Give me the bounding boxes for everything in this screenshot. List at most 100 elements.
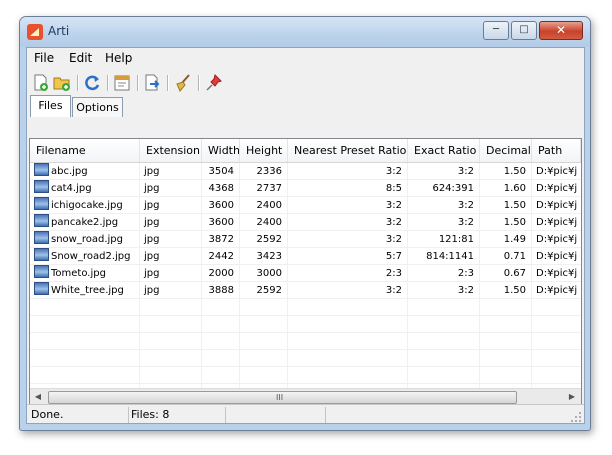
cell-exact-ratio: 2:3	[408, 265, 480, 282]
cell-extension: jpg	[140, 214, 202, 231]
cell-extension: jpg	[140, 248, 202, 265]
status-text: Done.	[29, 407, 129, 423]
table-row[interactable]: Tometo.jpg jpg 2000 3000 2:3 2:3 0.67 D:¥pic¥j	[30, 265, 581, 282]
client-area: File Edit Help Files Options Filename Ex…	[26, 47, 585, 424]
cell-decimal: 0.71	[480, 248, 532, 265]
table-row	[30, 333, 581, 350]
maximize-button[interactable]: □	[511, 21, 537, 40]
cell-extension-text: jpg	[144, 166, 160, 177]
table-row	[30, 316, 581, 333]
cell-height: 2400	[240, 214, 288, 231]
cell-extension-text: jpg	[144, 217, 160, 228]
grid-line	[479, 163, 480, 388]
clear-broom-icon[interactable]	[173, 73, 193, 93]
image-file-icon	[34, 282, 49, 295]
column-extension[interactable]: Extension	[140, 139, 202, 162]
table-row[interactable]: Snow_road2.jpg jpg 2442 3423 5:7 814:1141 0.71…	[30, 248, 581, 265]
table-row[interactable]: abc.jpg jpg 3504 2336 3:2 3:2 1.50 D:¥pic¥j	[30, 163, 581, 180]
pin-icon[interactable]	[204, 73, 224, 93]
cell-width: 2000	[202, 265, 240, 282]
properties-icon[interactable]	[112, 73, 132, 93]
cell-filename: ichigocake.jpg	[30, 197, 140, 214]
table-row[interactable]: snow_road.jpg jpg 3872 2592 3:2 121:81 1.49 D:¥…	[30, 231, 581, 248]
cell-width-text: 2000	[208, 268, 234, 279]
cell-path: D:¥pic¥j	[532, 282, 581, 299]
status-bar: Done. Files: 8	[27, 404, 584, 424]
cell-decimal: 0.67	[480, 265, 532, 282]
cell-height-text: 2400	[256, 217, 282, 228]
table-row[interactable]: cat4.jpg jpg 4368 2737 8:5 624:391 1.60 D:¥pic¥…	[30, 180, 581, 197]
export-icon[interactable]	[142, 73, 162, 93]
cell-width-text: 3888	[208, 285, 234, 296]
minimize-button[interactable]: ─	[483, 21, 509, 40]
cell-width-text: 3600	[208, 200, 234, 211]
menu-help[interactable]: Help	[105, 51, 132, 65]
file-list[interactable]: Filename Extension Width Height Nearest …	[29, 138, 582, 405]
column-filename[interactable]: Filename	[30, 139, 140, 162]
menu-edit[interactable]: Edit	[69, 51, 92, 65]
cell-extension: jpg	[140, 231, 202, 248]
cell-decimal-text: 1.50	[503, 200, 526, 211]
horizontal-scrollbar[interactable]: ◀ III ▶	[30, 388, 581, 404]
column-exact-ratio[interactable]: Exact Ratio	[408, 139, 480, 162]
cell-filename: snow_road.jpg	[30, 231, 140, 248]
tab-options[interactable]: Options	[72, 97, 123, 117]
cell-exact-ratio-text: 3:2	[457, 285, 474, 296]
toolbar-separator	[137, 75, 139, 91]
cell-extension: jpg	[140, 197, 202, 214]
cell-filename-text: Snow_road2.jpg	[51, 251, 131, 262]
column-height[interactable]: Height	[240, 139, 288, 162]
column-nearest-preset-ratio[interactable]: Nearest Preset Ratio	[288, 139, 408, 162]
tab-files[interactable]: Files	[30, 95, 71, 117]
window-title: Arti	[48, 24, 70, 38]
table-row[interactable]: ichigocake.jpg jpg 3600 2400 3:2 3:2 1.50 D:¥pi…	[30, 197, 581, 214]
cell-height-text: 3000	[256, 268, 282, 279]
title-bar[interactable]: Arti ─ □ ✕	[20, 17, 590, 47]
table-row[interactable]: White_tree.jpg jpg 3888 2592 3:2 3:2 1.50 D:¥pi…	[30, 282, 581, 299]
cell-path-text: D:¥pic¥j	[536, 217, 578, 228]
cell-path-text: D:¥pic¥j	[536, 183, 578, 194]
app-logo-icon	[27, 24, 43, 40]
cell-decimal: 1.50	[480, 197, 532, 214]
scroll-left-arrow-icon[interactable]: ◀	[30, 389, 46, 404]
cell-nearest-ratio: 3:2	[288, 282, 408, 299]
cell-filename-text: snow_road.jpg	[51, 234, 123, 245]
refresh-icon[interactable]	[82, 73, 102, 93]
resize-grip-icon[interactable]	[570, 411, 582, 423]
cell-height-text: 2400	[256, 200, 282, 211]
cell-filename-text: ichigocake.jpg	[51, 200, 123, 211]
table-row[interactable]: pancake2.jpg jpg 3600 2400 3:2 3:2 1.50 D:¥pic¥…	[30, 214, 581, 231]
column-width[interactable]: Width	[202, 139, 240, 162]
cell-height: 2737	[240, 180, 288, 197]
cell-width: 3600	[202, 214, 240, 231]
image-file-icon	[34, 180, 49, 193]
cell-exact-ratio: 3:2	[408, 214, 480, 231]
menu-file[interactable]: File	[34, 51, 54, 65]
cell-width: 4368	[202, 180, 240, 197]
add-file-icon[interactable]	[31, 73, 51, 93]
cell-decimal-text: 0.71	[503, 251, 526, 262]
scrollbar-thumb[interactable]: III	[48, 391, 517, 404]
cell-path: D:¥pic¥j	[532, 231, 581, 248]
cell-nearest-ratio-text: 3:2	[385, 200, 402, 211]
cell-height: 2592	[240, 231, 288, 248]
cell-path-text: D:¥pic¥j	[536, 251, 578, 262]
column-path[interactable]: Path	[532, 139, 581, 162]
grid-line	[531, 163, 532, 388]
column-decimal[interactable]: Decimal	[480, 139, 532, 162]
close-button[interactable]: ✕	[539, 21, 583, 40]
cell-height: 3000	[240, 265, 288, 282]
cell-height: 2592	[240, 282, 288, 299]
scrollbar-grip: III	[276, 393, 284, 402]
toolbar-separator	[107, 75, 109, 91]
cell-filename-text: Tometo.jpg	[51, 268, 106, 279]
cell-width: 3888	[202, 282, 240, 299]
cell-nearest-ratio: 5:7	[288, 248, 408, 265]
cell-path-text: D:¥pic¥j	[536, 268, 578, 279]
cell-path: D:¥pic¥j	[532, 197, 581, 214]
list-header: Filename Extension Width Height Nearest …	[30, 139, 581, 163]
cell-decimal: 1.49	[480, 231, 532, 248]
grid-line	[239, 163, 240, 388]
scroll-right-arrow-icon[interactable]: ▶	[564, 389, 580, 404]
add-folder-icon[interactable]	[52, 73, 72, 93]
